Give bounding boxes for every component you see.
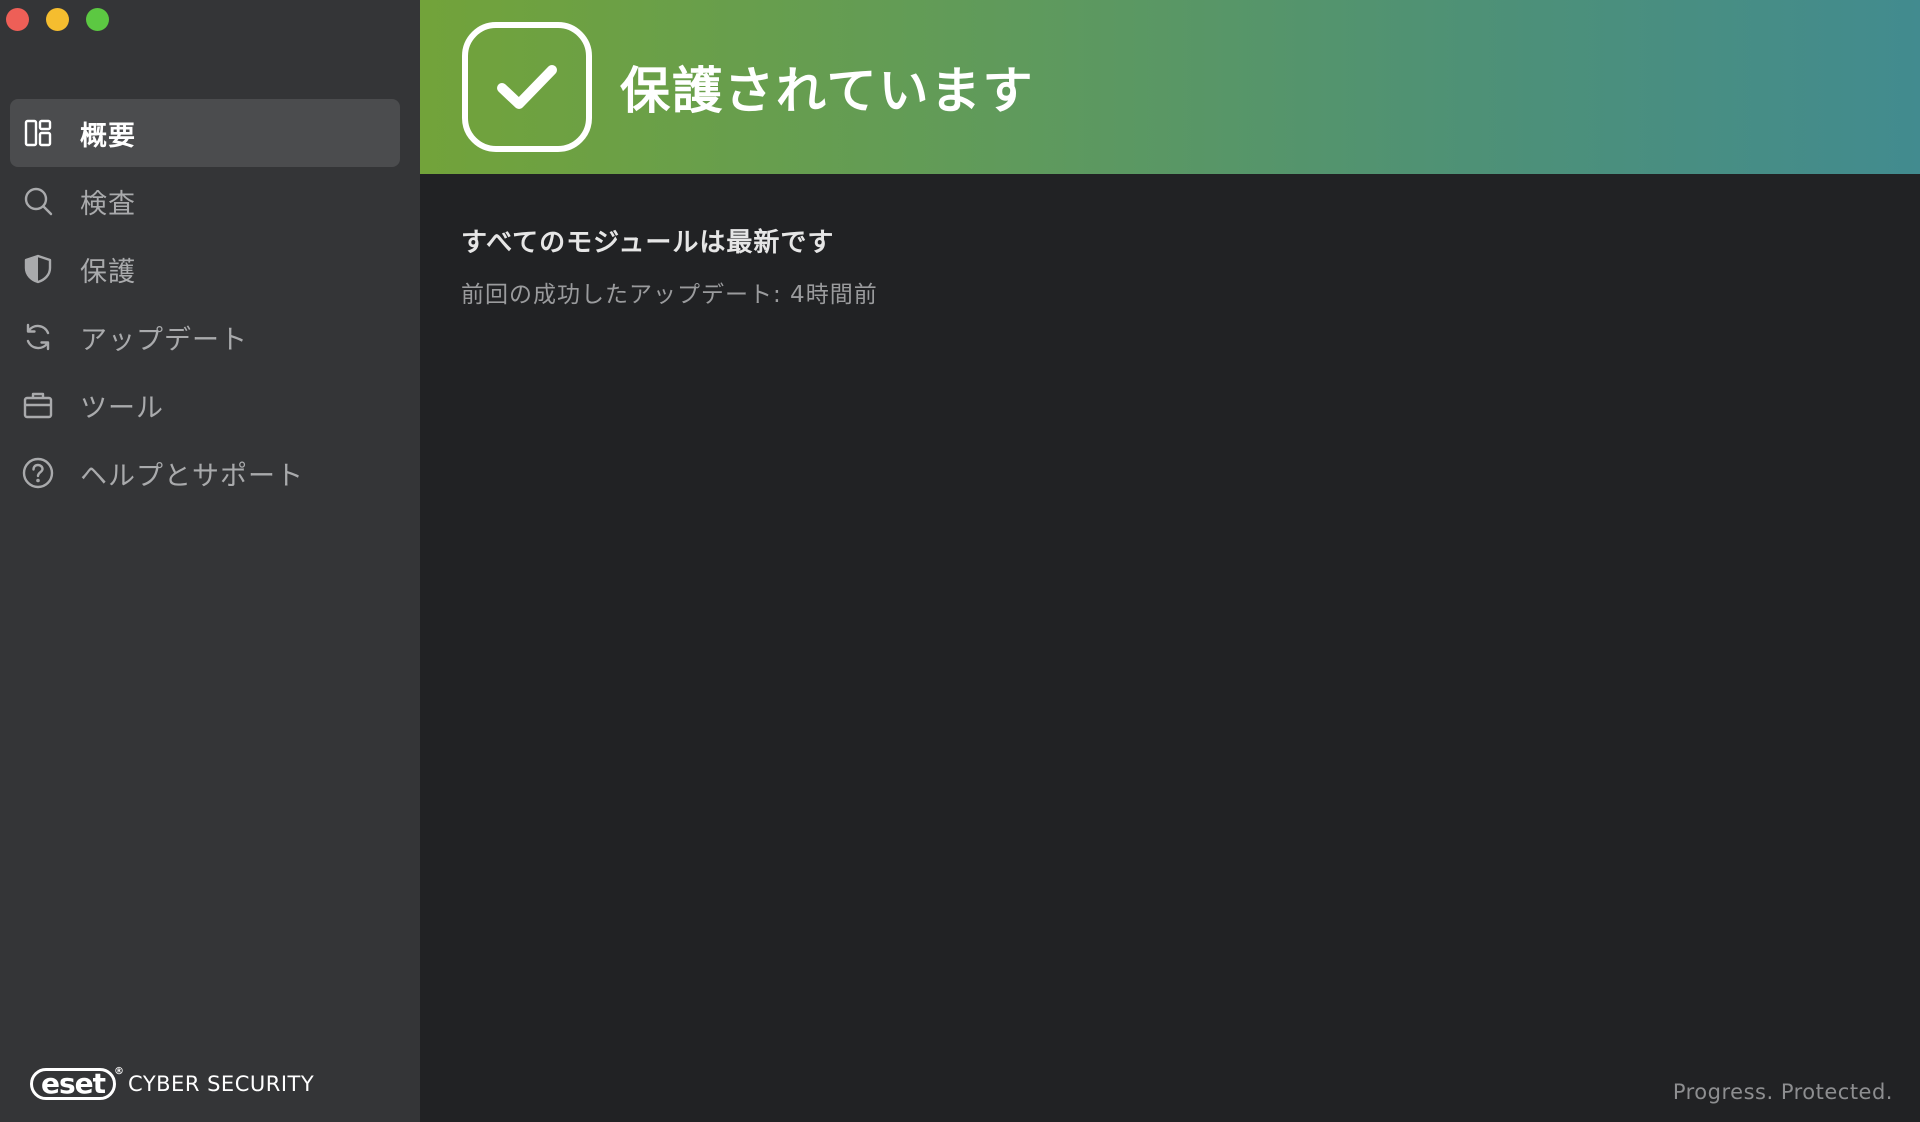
protection-status-banner: 保護されています: [420, 0, 1920, 174]
close-window-button[interactable]: [6, 8, 29, 31]
sidebar-item-help[interactable]: ヘルプとサポート: [10, 439, 400, 507]
footer-slogan: Progress. Protected.: [1672, 1080, 1893, 1104]
sidebar-item-label: アップデート: [80, 324, 248, 356]
sidebar-item-overview[interactable]: 概要: [10, 99, 400, 167]
help-icon: [21, 456, 55, 490]
zoom-window-button[interactable]: [86, 8, 109, 31]
sidebar-nav: 概要 検査 保護 アップデート ツール ヘルプとサポート: [10, 99, 400, 507]
eset-logo: eset ®: [30, 1066, 124, 1100]
sidebar-item-label: ツール: [80, 392, 164, 424]
protection-status-title: 保護されています: [620, 62, 1035, 120]
sidebar-item-label: ヘルプとサポート: [80, 460, 304, 492]
brand: eset ® CYBER SECURITY: [30, 1066, 315, 1100]
last-update-text: 前回の成功したアップデート: 4時間前: [461, 282, 878, 308]
sidebar-item-protection[interactable]: 保護: [10, 235, 400, 303]
traffic-lights: [6, 8, 109, 31]
sidebar-item-label: 保護: [80, 256, 136, 288]
refresh-icon: [21, 320, 55, 354]
sidebar-item-label: 概要: [80, 120, 136, 152]
shield-icon: [21, 252, 55, 286]
main-content: 保護されています すべてのモジュールは最新です 前回の成功したアップデート: 4…: [420, 0, 1920, 1122]
toolbox-icon: [21, 388, 55, 422]
dashboard-icon: [21, 116, 55, 150]
sidebar-item-scan[interactable]: 検査: [10, 167, 400, 235]
search-icon: [21, 184, 55, 218]
module-status: すべてのモジュールは最新です 前回の成功したアップデート: 4時間前: [461, 222, 878, 309]
product-name: CYBER SECURITY: [128, 1072, 315, 1096]
sidebar-item-update[interactable]: アップデート: [10, 303, 400, 371]
sidebar-item-label: 検査: [80, 188, 136, 220]
sidebar-item-tools[interactable]: ツール: [10, 371, 400, 439]
minimize-window-button[interactable]: [46, 8, 69, 31]
app-window: 概要 検査 保護 アップデート ツール ヘルプとサポート eset ® CYBE…: [0, 0, 1920, 1122]
checkmark-icon: [462, 22, 592, 152]
module-status-title: すべてのモジュールは最新です: [461, 228, 835, 258]
sidebar: 概要 検査 保護 アップデート ツール ヘルプとサポート eset ® CYBE…: [0, 0, 420, 1122]
